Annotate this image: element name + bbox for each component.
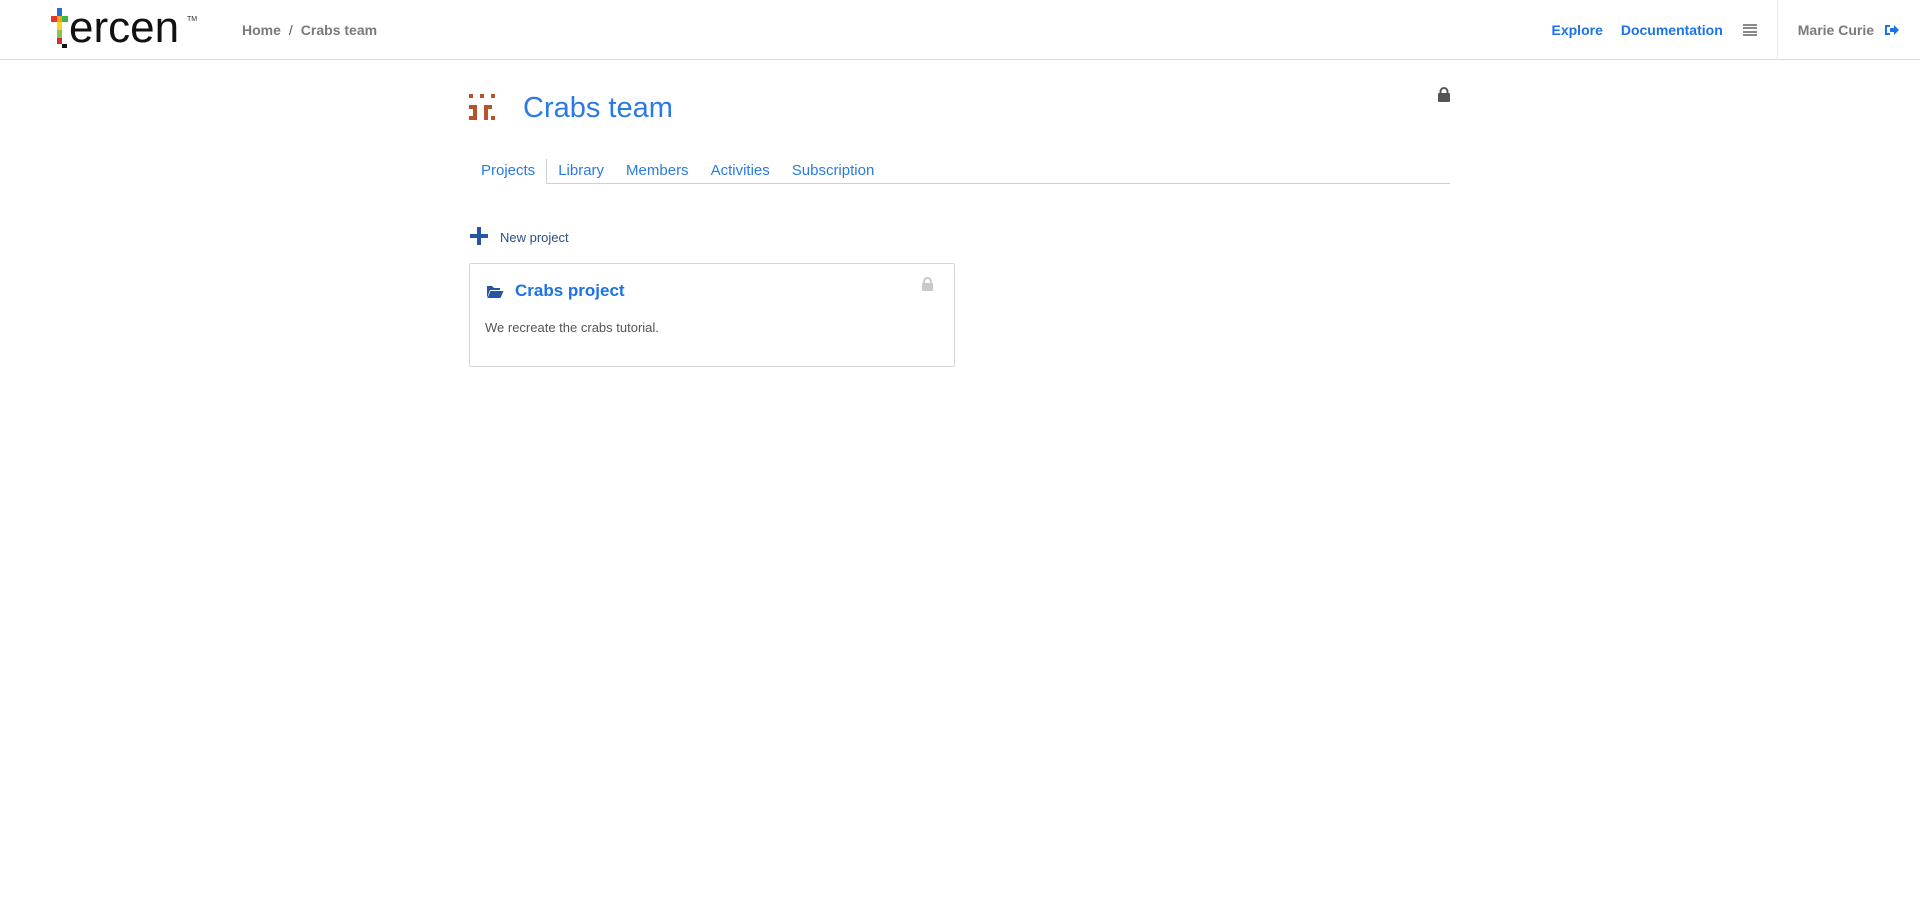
plus-icon	[470, 226, 488, 245]
breadcrumb-separator: /	[288, 22, 293, 38]
sign-out-icon[interactable]	[1884, 23, 1900, 37]
tab-subscription[interactable]: Subscription	[781, 159, 886, 184]
breadcrumb-home[interactable]: Home	[242, 22, 281, 38]
project-description: We recreate the crabs tutorial.	[485, 320, 659, 335]
top-bar: ercen TM Home / Crabs team Explore Docum…	[0, 0, 1920, 60]
team-avatar-icon	[469, 94, 495, 120]
folder-open-icon	[486, 285, 504, 299]
page-title: Crabs team	[523, 92, 673, 124]
new-project-label: New project	[500, 230, 569, 245]
hamburger-icon[interactable]	[1742, 24, 1757, 36]
lock-icon	[1437, 87, 1451, 102]
logo-trademark: TM	[187, 16, 198, 23]
project-card[interactable]: Crabs project We recreate the crabs tuto…	[469, 263, 955, 367]
explore-link[interactable]: Explore	[1552, 22, 1603, 38]
nav-divider	[1776, 0, 1778, 60]
logo-wordmark: ercen	[69, 3, 180, 52]
tab-projects[interactable]: Projects	[470, 159, 548, 184]
tab-members[interactable]: Members	[615, 159, 700, 184]
breadcrumb: Home / Crabs team	[242, 22, 377, 38]
breadcrumb-current[interactable]: Crabs team	[301, 22, 377, 38]
lock-icon	[921, 276, 934, 291]
new-project-button[interactable]: New project	[470, 226, 569, 245]
tab-library[interactable]: Library	[547, 159, 615, 184]
top-nav: Explore Documentation Marie Curie	[1534, 0, 1920, 60]
team-tabs: Projects Library Members Activities Subs…	[470, 159, 1450, 184]
tab-activities[interactable]: Activities	[700, 159, 781, 184]
documentation-link[interactable]: Documentation	[1621, 22, 1723, 38]
project-title[interactable]: Crabs project	[515, 281, 625, 301]
user-name[interactable]: Marie Curie	[1798, 22, 1874, 38]
tercen-logo[interactable]: ercen TM	[47, 3, 198, 55]
